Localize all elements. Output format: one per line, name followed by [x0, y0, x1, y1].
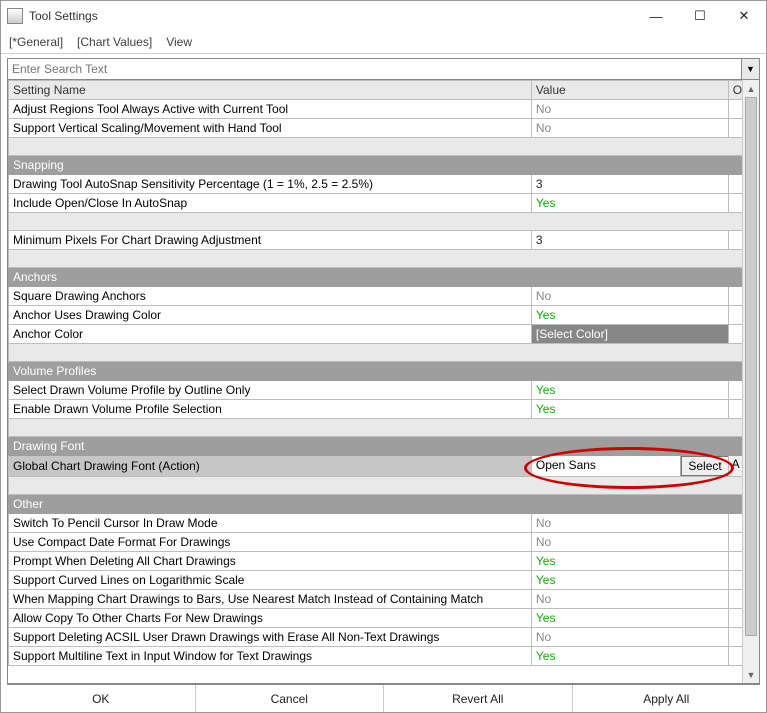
table-row[interactable]: Minimum Pixels For Chart Drawing Adjustm… [9, 231, 759, 250]
settings-grid: Setting Name Value Ori Adjust Regions To… [7, 80, 760, 684]
setting-name: Anchor Uses Drawing Color [9, 306, 532, 325]
setting-name: Prompt When Deleting All Chart Drawings [9, 552, 532, 571]
setting-name: Switch To Pencil Cursor In Draw Mode [9, 514, 532, 533]
setting-value[interactable]: No [531, 514, 728, 533]
menu-view[interactable]: View [166, 35, 192, 49]
revert-all-button[interactable]: Revert All [383, 685, 572, 712]
col-header-name[interactable]: Setting Name [9, 81, 532, 100]
table-row[interactable]: Adjust Regions Tool Always Active with C… [9, 100, 759, 119]
search-input[interactable] [8, 59, 741, 79]
font-select-button[interactable]: Select [681, 456, 727, 476]
apply-all-button[interactable]: Apply All [572, 685, 761, 712]
setting-value[interactable]: No [531, 100, 728, 119]
setting-name: Adjust Regions Tool Always Active with C… [9, 100, 532, 119]
setting-value[interactable]: Yes [531, 571, 728, 590]
setting-name: Global Chart Drawing Font (Action) [9, 456, 532, 477]
section-header-other: Other [9, 495, 759, 514]
footer-bar: OK Cancel Revert All Apply All [7, 684, 760, 712]
scroll-up-icon[interactable]: ▲ [743, 80, 759, 97]
setting-value[interactable]: Yes [531, 381, 728, 400]
setting-value[interactable]: No [531, 287, 728, 306]
setting-name: When Mapping Chart Drawings to Bars, Use… [9, 590, 532, 609]
col-header-value[interactable]: Value [531, 81, 728, 100]
table-row[interactable]: Drawing Tool AutoSnap Sensitivity Percen… [9, 175, 759, 194]
setting-name: Support Deleting ACSIL User Drawn Drawin… [9, 628, 532, 647]
setting-name: Enable Drawn Volume Profile Selection [9, 400, 532, 419]
table-row[interactable]: Enable Drawn Volume Profile SelectionYes [9, 400, 759, 419]
vertical-scrollbar[interactable]: ▲ ▼ [742, 80, 759, 683]
search-dropdown-button[interactable]: ▼ [741, 59, 759, 79]
setting-value[interactable]: Yes [531, 400, 728, 419]
section-header-drawing-font: Drawing Font [9, 437, 759, 456]
table-row[interactable]: Use Compact Date Format For DrawingsNo [9, 533, 759, 552]
table-row[interactable]: Square Drawing AnchorsNo [9, 287, 759, 306]
table-row[interactable]: Prompt When Deleting All Chart DrawingsY… [9, 552, 759, 571]
cancel-button[interactable]: Cancel [195, 685, 384, 712]
table-row[interactable]: Support Deleting ACSIL User Drawn Drawin… [9, 628, 759, 647]
section-header-snapping: Snapping [9, 156, 759, 175]
app-icon [7, 8, 23, 24]
setting-name: Use Compact Date Format For Drawings [9, 533, 532, 552]
table-row[interactable]: Include Open/Close In AutoSnapYes [9, 194, 759, 213]
setting-value[interactable]: No [531, 590, 728, 609]
table-row[interactable]: Switch To Pencil Cursor In Draw ModeNo [9, 514, 759, 533]
setting-name: Drawing Tool AutoSnap Sensitivity Percen… [9, 175, 532, 194]
setting-value[interactable]: 3 [531, 231, 728, 250]
ok-button[interactable]: OK [7, 685, 195, 712]
scroll-thumb[interactable] [745, 97, 757, 636]
setting-value-select-color[interactable]: [Select Color] [531, 325, 728, 344]
setting-name: Minimum Pixels For Chart Drawing Adjustm… [9, 231, 532, 250]
setting-value[interactable]: 3 [531, 175, 728, 194]
section-header-anchors: Anchors [9, 268, 759, 287]
setting-name: Anchor Color [9, 325, 532, 344]
table-row-drawing-font[interactable]: Global Chart Drawing Font (Action) Open … [9, 456, 759, 477]
tool-settings-window: Tool Settings — ☐ ✕ [*General] [Chart Va… [0, 0, 767, 713]
search-row: ▼ [7, 58, 760, 80]
titlebar: Tool Settings — ☐ ✕ [1, 1, 766, 31]
maximize-button[interactable]: ☐ [678, 2, 722, 30]
menu-chart-values[interactable]: [Chart Values] [77, 35, 152, 49]
table-row[interactable]: Support Vertical Scaling/Movement with H… [9, 119, 759, 138]
table-row[interactable]: Anchor Uses Drawing ColorYes [9, 306, 759, 325]
setting-value[interactable]: Yes [531, 552, 728, 571]
menu-bar: [*General] [Chart Values] View [1, 31, 766, 54]
setting-name: Support Multiline Text in Input Window f… [9, 647, 532, 666]
setting-value[interactable]: Yes [531, 194, 728, 213]
setting-name: Support Vertical Scaling/Movement with H… [9, 119, 532, 138]
menu-general[interactable]: [*General] [9, 35, 63, 49]
table-row[interactable]: When Mapping Chart Drawings to Bars, Use… [9, 590, 759, 609]
setting-value[interactable]: No [531, 533, 728, 552]
setting-value[interactable]: Yes [531, 647, 728, 666]
setting-value-font: Open Sans Select [531, 456, 728, 477]
setting-name: Allow Copy To Other Charts For New Drawi… [9, 609, 532, 628]
setting-value[interactable]: Yes [531, 609, 728, 628]
close-button[interactable]: ✕ [722, 2, 766, 30]
table-row[interactable]: Anchor Color[Select Color] [9, 325, 759, 344]
window-title: Tool Settings [29, 9, 98, 23]
table-row[interactable]: Select Drawn Volume Profile by Outline O… [9, 381, 759, 400]
section-header-volume-profiles: Volume Profiles [9, 362, 759, 381]
table-row[interactable]: Allow Copy To Other Charts For New Drawi… [9, 609, 759, 628]
table-row[interactable]: Support Curved Lines on Logarithmic Scal… [9, 571, 759, 590]
scroll-down-icon[interactable]: ▼ [743, 666, 759, 683]
setting-name: Square Drawing Anchors [9, 287, 532, 306]
setting-value[interactable]: Yes [531, 306, 728, 325]
setting-value[interactable]: No [531, 119, 728, 138]
setting-name: Select Drawn Volume Profile by Outline O… [9, 381, 532, 400]
table-row[interactable]: Support Multiline Text in Input Window f… [9, 647, 759, 666]
setting-value[interactable]: No [531, 628, 728, 647]
setting-name: Include Open/Close In AutoSnap [9, 194, 532, 213]
minimize-button[interactable]: — [634, 2, 678, 30]
setting-name: Support Curved Lines on Logarithmic Scal… [9, 571, 532, 590]
font-name-display: Open Sans [532, 456, 681, 476]
